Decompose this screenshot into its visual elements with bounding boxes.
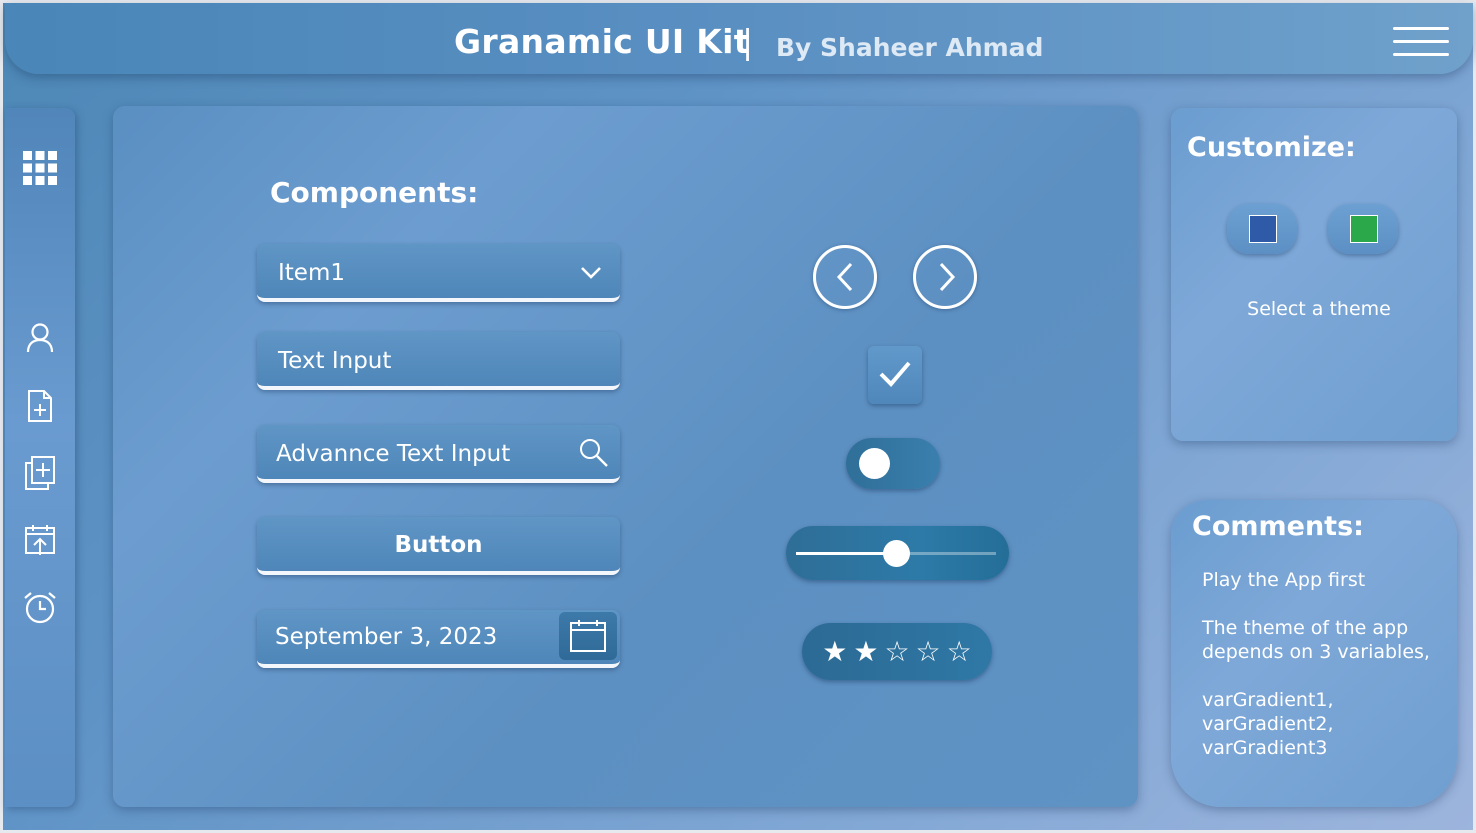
star-filled-icon[interactable]: ★ [853,637,878,666]
theme-green-button[interactable] [1328,204,1398,254]
sidebar [5,108,75,807]
calendar-icon [570,620,606,652]
customize-panel: Customize: Select a theme [1171,108,1457,441]
calendar-upload-icon[interactable] [20,520,60,560]
checkbox[interactable] [868,346,922,404]
date-picker[interactable]: September 3, 2023 [257,610,620,668]
hamburger-menu-icon[interactable] [1393,25,1449,59]
checkmark-icon [879,361,911,387]
star-empty-icon[interactable]: ☆ [916,637,941,666]
app-subtitle: By Shaheer Ahmad [776,33,1044,62]
theme-green-swatch [1350,215,1378,243]
primary-button[interactable]: Button [257,517,620,575]
dropdown-value: Item1 [278,260,345,286]
search-icon[interactable] [578,437,610,469]
comments-panel: Comments: Play the App first The theme o… [1171,500,1457,807]
slider[interactable] [786,526,1009,580]
add-pages-icon[interactable] [20,453,60,493]
customize-title: Customize: [1187,132,1356,163]
text-input-value: Text Input [278,348,392,374]
alarm-clock-icon[interactable] [20,588,60,628]
theme-label: Select a theme [1247,298,1391,320]
button-label: Button [394,532,483,558]
comment-line: The theme of the app [1202,617,1409,639]
user-icon[interactable] [20,318,60,358]
chevron-right-icon [939,262,956,292]
theme-blue-swatch [1249,215,1277,243]
comments-title: Comments: [1192,511,1364,542]
comment-line: depends on 3 variables, [1202,641,1430,663]
date-value: September 3, 2023 [275,624,498,650]
title-separator: | [742,22,754,61]
comment-line: varGradient2, [1202,713,1334,735]
item-dropdown[interactable]: Item1 [257,244,620,302]
advanced-text-input[interactable]: Advannce Text Input [257,425,620,483]
toggle-knob [859,448,890,479]
theme-blue-button[interactable] [1227,204,1297,254]
star-filled-icon[interactable]: ★ [822,637,847,666]
comment-line: varGradient3 [1202,737,1328,759]
star-empty-icon[interactable]: ☆ [884,637,909,666]
header-bar: Granamic UI Kit | By Shaheer Ahmad [5,3,1473,74]
calendar-button[interactable] [559,612,617,660]
add-document-icon[interactable] [20,386,60,426]
text-input[interactable]: Text Input [257,332,620,390]
slider-thumb[interactable] [883,540,910,567]
star-rating[interactable]: ★ ★ ☆ ☆ ☆ [802,623,992,680]
comment-line: Play the App first [1202,569,1366,591]
chevron-left-icon [836,262,853,292]
slider-fill [796,552,896,555]
components-title: Components: [270,176,479,209]
app-title: Granamic UI Kit [454,22,750,61]
comment-line: varGradient1, [1202,689,1334,711]
advanced-input-value: Advannce Text Input [276,441,511,467]
previous-button[interactable] [813,245,877,309]
toggle-switch[interactable] [846,438,940,489]
next-button[interactable] [913,245,977,309]
apps-grid-icon[interactable] [20,148,60,188]
chevron-down-icon [581,267,601,279]
star-empty-icon[interactable]: ☆ [947,637,972,666]
